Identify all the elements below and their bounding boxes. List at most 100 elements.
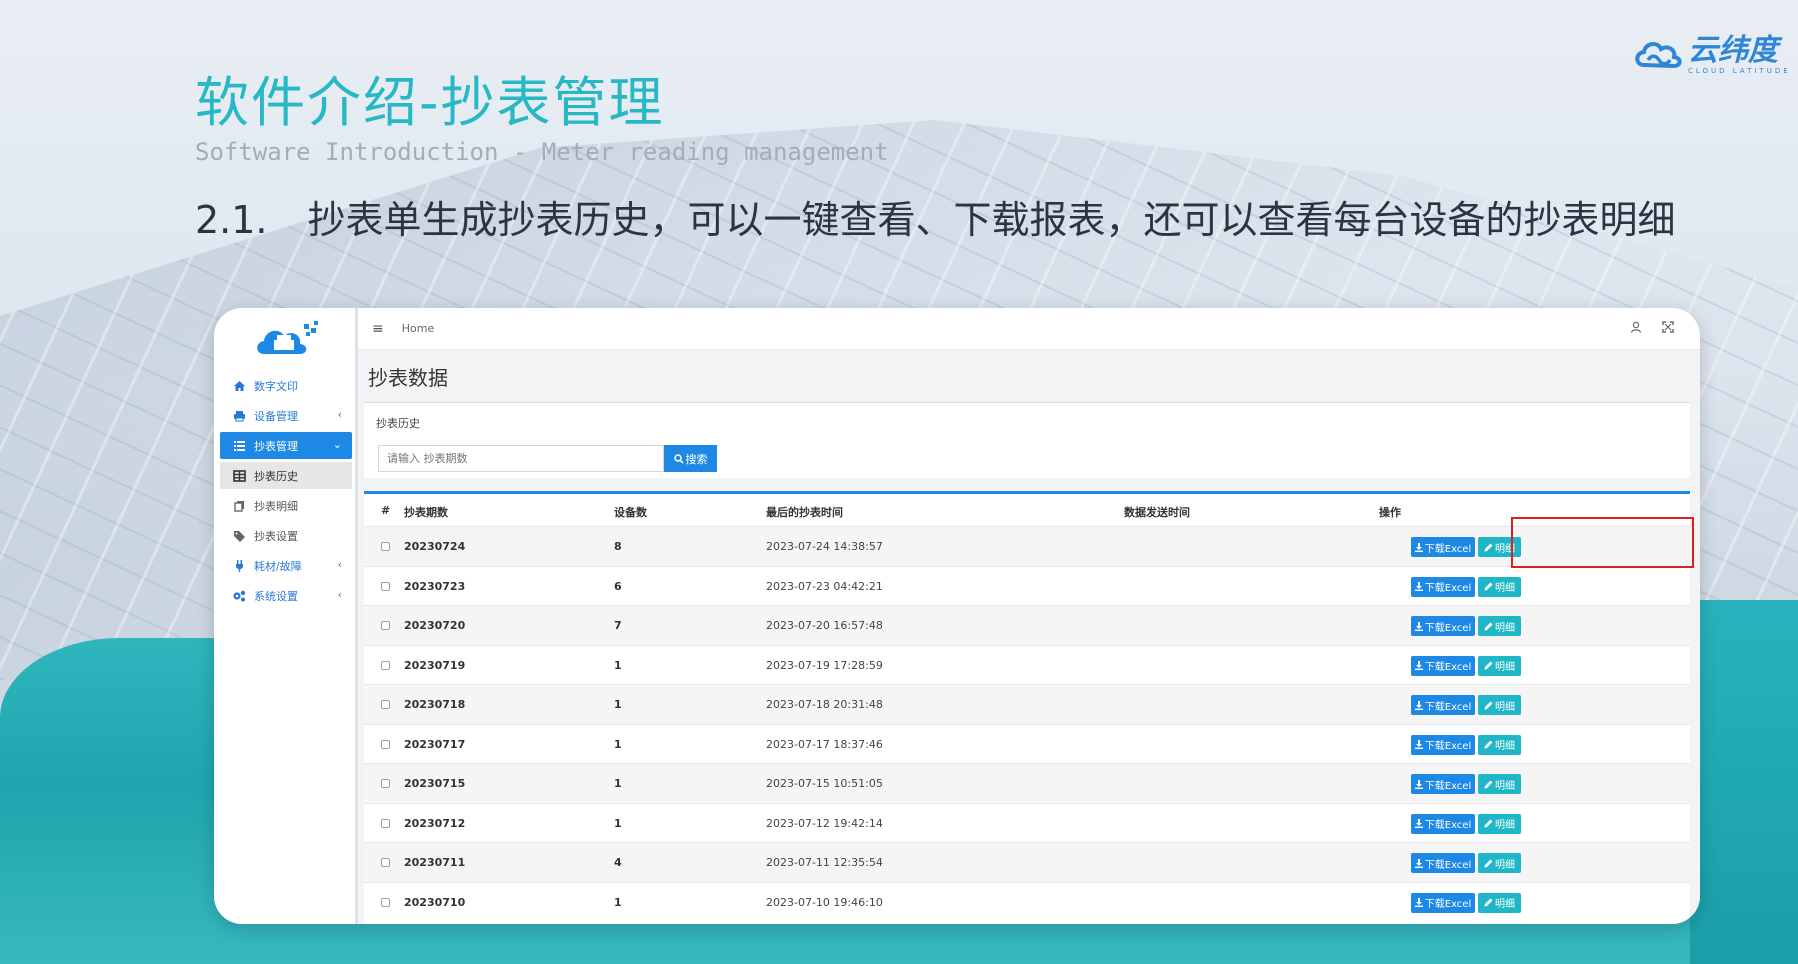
cell-last-time: 2023-07-15 10:51:05 <box>766 777 883 790</box>
download-icon <box>1414 819 1423 828</box>
sidebar-item-label: 耗材/故障 <box>254 559 302 573</box>
download-excel-label: 下载Excel <box>1424 543 1472 555</box>
sidebar-item-system-settings[interactable]: 系统设置 ‹ <box>220 582 352 609</box>
row-checkbox[interactable] <box>381 700 390 709</box>
cell-last-time: 2023-07-11 12:35:54 <box>766 856 883 869</box>
detail-label: 明细 <box>1495 859 1515 871</box>
col-header-index: # <box>381 504 391 517</box>
tags-icon <box>232 529 246 543</box>
download-excel-button[interactable]: 下载Excel <box>1411 655 1475 676</box>
pencil-icon <box>1484 661 1493 670</box>
table-row: 20230723 6 2023-07-23 04:42:21 下载Excel 明细 <box>364 565 1690 606</box>
cell-last-time: 2023-07-19 17:28:59 <box>766 658 883 672</box>
pencil-icon <box>1484 819 1493 828</box>
printer-icon <box>232 409 246 423</box>
logo-name-en: CLOUD LATITUDE <box>1688 67 1791 75</box>
row-checkbox[interactable] <box>381 581 390 591</box>
download-excel-button[interactable]: 下载Excel <box>1411 892 1475 913</box>
sidebar-item-digital-print[interactable]: 数字文印 <box>220 372 352 399</box>
cell-period: 20230723 <box>404 579 466 593</box>
download-excel-button[interactable]: 下载Excel <box>1411 537 1475 557</box>
app-window: 数字文印 设备管理 ‹ 抄表管理 ⌄ 抄表历史 抄表明细 抄表设置 耗材/故障 … <box>214 308 1700 924</box>
row-checkbox[interactable] <box>381 858 390 867</box>
download-excel-label: 下载Excel <box>1424 583 1472 594</box>
cell-last-time: 2023-07-18 20:31:48 <box>766 698 883 711</box>
sidebar-item-device-management[interactable]: 设备管理 ‹ <box>220 402 352 429</box>
main-content: 抄表数据 抄表历史 搜索 # 抄表期数 设备数 最后的抄表时间 数据发送时间 操… <box>358 350 1700 924</box>
detail-button[interactable]: 明细 <box>1478 853 1521 873</box>
search-button[interactable]: 搜索 <box>664 445 717 472</box>
col-header-period: 抄表期数 <box>404 506 448 519</box>
table-row: 20230720 7 2023-07-20 16:57:48 下载Excel 明细 <box>364 605 1690 645</box>
list-icon <box>232 439 246 453</box>
sidebar-item-meter-settings[interactable]: 抄表设置 <box>220 522 352 549</box>
detail-button[interactable]: 明细 <box>1478 813 1521 834</box>
table-row: 20230717 1 2023-07-17 18:37:46 下载Excel 明细 <box>364 723 1690 764</box>
table-row: 20230715 1 2023-07-15 10:51:05 下载Excel 明细 <box>364 763 1690 803</box>
download-excel-label: 下载Excel <box>1424 741 1472 752</box>
subtitle-text: 抄表单生成抄表历史，可以一键查看、下载报表，还可以查看每台设备的抄表明细 <box>307 198 1676 242</box>
cell-device-count: 1 <box>614 777 622 790</box>
download-excel-button[interactable]: 下载Excel <box>1411 853 1475 873</box>
download-excel-button[interactable]: 下载Excel <box>1411 734 1475 755</box>
download-excel-button[interactable]: 下载Excel <box>1411 695 1475 715</box>
download-icon <box>1414 779 1423 789</box>
slide-title-en: Software Introduction - Meter reading ma… <box>195 138 889 166</box>
table-row: 20230712 1 2023-07-12 19:42:14 下载Excel 明细 <box>364 802 1690 843</box>
download-excel-button[interactable]: 下载Excel <box>1411 576 1475 597</box>
row-checkbox[interactable] <box>381 818 390 828</box>
detail-label: 明细 <box>1495 741 1515 752</box>
sidebar-item-label: 抄表明细 <box>254 499 298 513</box>
row-checkbox[interactable] <box>381 897 390 907</box>
table-row: 20230718 1 2023-07-18 20:31:48 下载Excel 明细 <box>364 684 1690 724</box>
row-checkbox[interactable] <box>381 542 390 551</box>
pencil-icon <box>1484 701 1493 709</box>
detail-button[interactable]: 明细 <box>1478 616 1521 636</box>
download-icon <box>1414 621 1423 631</box>
user-icon[interactable] <box>1630 321 1642 337</box>
row-checkbox[interactable] <box>381 779 390 788</box>
detail-button[interactable]: 明细 <box>1478 774 1521 794</box>
table-row: 20230710 1 2023-07-10 19:46:10 下载Excel 明细 <box>364 881 1690 922</box>
detail-button[interactable]: 明细 <box>1478 655 1521 676</box>
col-header-device-count: 设备数 <box>614 506 647 519</box>
sidebar-item-meter-history[interactable]: 抄表历史 <box>220 462 352 489</box>
sidebar-item-label: 抄表设置 <box>254 529 298 543</box>
pencil-icon <box>1484 582 1493 591</box>
detail-button[interactable]: 明细 <box>1478 734 1521 755</box>
cell-device-count: 8 <box>614 540 622 553</box>
sidebar-item-label: 抄表管理 <box>254 439 298 453</box>
detail-button[interactable]: 明细 <box>1478 576 1521 597</box>
download-icon <box>1414 582 1423 591</box>
plug-icon <box>232 559 246 573</box>
copy-icon <box>232 499 246 513</box>
pencil-icon <box>1484 740 1493 749</box>
search-input[interactable] <box>378 445 664 472</box>
download-excel-button[interactable]: 下载Excel <box>1411 813 1475 834</box>
chevron-left-icon: ‹ <box>337 408 342 421</box>
col-header-send-time: 数据发送时间 <box>1124 506 1190 519</box>
detail-button[interactable]: 明细 <box>1478 695 1521 715</box>
fullscreen-icon[interactable] <box>1662 321 1674 337</box>
row-checkbox[interactable] <box>381 739 390 749</box>
detail-button[interactable]: 明细 <box>1478 892 1521 913</box>
breadcrumb[interactable]: Home <box>402 322 434 335</box>
download-excel-button[interactable]: 下载Excel <box>1411 774 1475 794</box>
row-checkbox[interactable] <box>381 621 390 630</box>
sidebar-item-meter-management[interactable]: 抄表管理 ⌄ <box>220 432 352 459</box>
cell-period: 20230717 <box>404 737 466 751</box>
row-checkbox[interactable] <box>381 660 390 670</box>
sidebar-item-label: 数字文印 <box>254 379 298 393</box>
sidebar-item-consumables-faults[interactable]: 耗材/故障 ‹ <box>220 552 352 579</box>
cell-device-count: 1 <box>614 698 622 711</box>
menu-toggle-icon[interactable]: ≡ <box>372 321 384 337</box>
sidebar-item-meter-detail[interactable]: 抄表明细 <box>220 492 352 519</box>
cell-period: 20230720 <box>404 619 466 632</box>
table-row: 20230724 8 2023-07-24 14:38:57 下载Excel 明细 <box>364 526 1690 566</box>
cloud-logo-icon <box>1635 42 1682 69</box>
download-excel-label: 下载Excel <box>1424 859 1472 871</box>
download-excel-label: 下载Excel <box>1424 820 1472 831</box>
download-excel-button[interactable]: 下载Excel <box>1411 616 1475 636</box>
cell-device-count: 7 <box>614 619 622 632</box>
cell-device-count: 1 <box>614 658 622 672</box>
